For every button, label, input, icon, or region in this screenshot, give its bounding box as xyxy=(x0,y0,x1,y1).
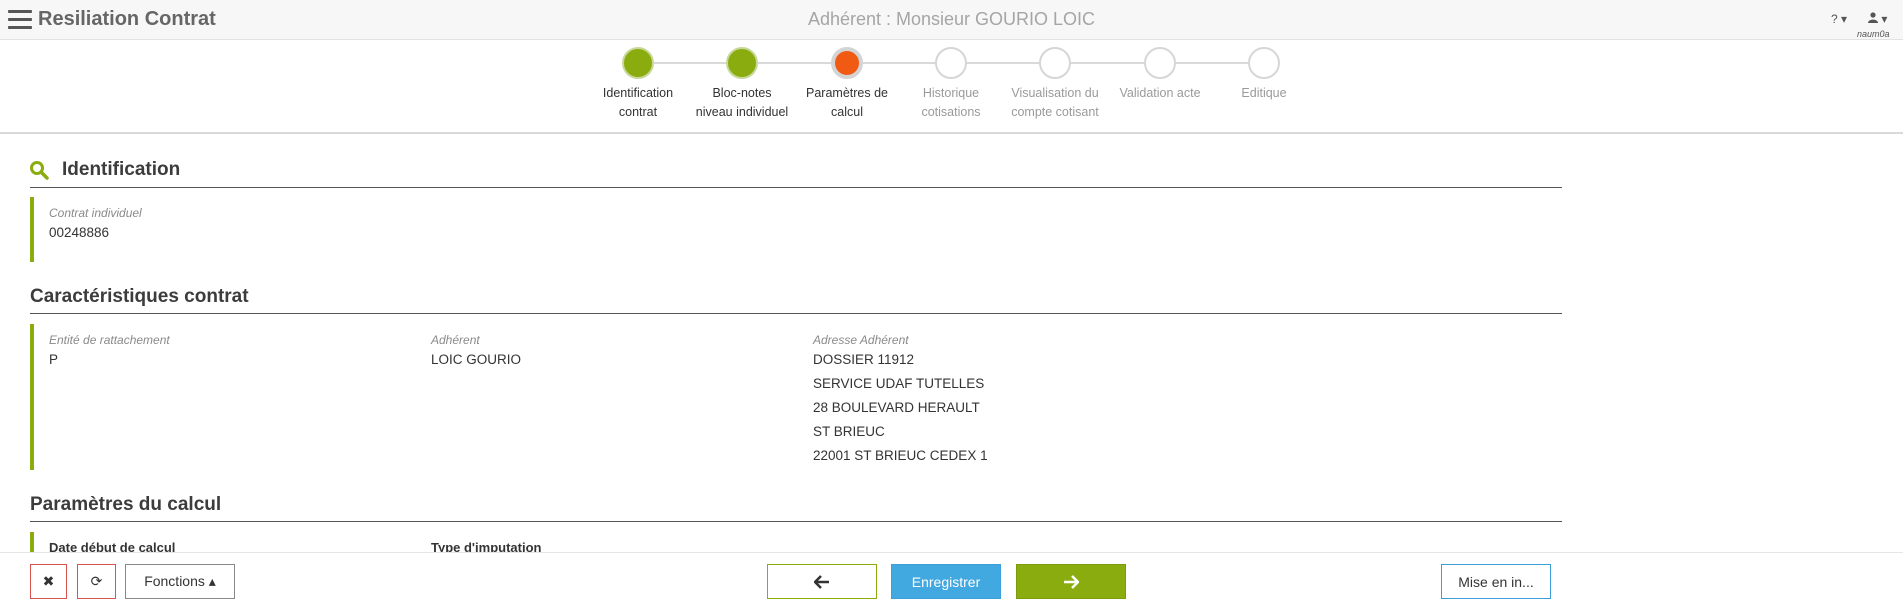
adresse-line-5: 22001 ST BRIEUC CEDEX 1 xyxy=(813,448,988,463)
section-accent-bar xyxy=(30,197,34,262)
step-label: Historique cotisations xyxy=(921,86,981,119)
section-divider xyxy=(30,187,1562,188)
previous-step-button[interactable] xyxy=(767,564,877,599)
contrat-individuel-value: 00248886 xyxy=(49,225,110,240)
step-label: Identification contrat xyxy=(602,86,674,119)
refresh-button[interactable]: ⟳ xyxy=(77,564,116,599)
user-icon xyxy=(1868,12,1878,23)
adresse-line-2: SERVICE UDAF TUTELLES xyxy=(813,376,985,391)
save-button[interactable]: Enregistrer xyxy=(891,564,1001,599)
username: naum0a xyxy=(1857,29,1890,39)
user-caret: ▾ xyxy=(1881,12,1888,26)
step-dot-done[interactable] xyxy=(726,47,758,79)
adresse-line-1: DOSSIER 11912 xyxy=(813,352,915,367)
footer-toolbar: ✖ ⟳ Fonctions ▴ Enregistrer Mise en in..… xyxy=(0,552,1903,602)
entite-rattachement-value: P xyxy=(49,352,59,367)
fonctions-dropdown-button[interactable]: Fonctions ▴ xyxy=(125,564,235,599)
step-label: Bloc-notes niveau individuel xyxy=(695,86,789,119)
top-bar: Resiliation Contrat Adhérent : Monsieur … xyxy=(0,0,1903,40)
step-editique[interactable]: Editique xyxy=(1209,40,1319,103)
workflow-stepper: Identification contrat Bloc-notes niveau… xyxy=(0,40,1903,134)
adherent-value: LOIC GOURIO xyxy=(431,352,522,367)
adresse-line-4: ST BRIEUC xyxy=(813,424,885,439)
entite-rattachement-label: Entité de rattachement xyxy=(49,333,170,347)
step-validation-acte[interactable]: Validation acte xyxy=(1105,40,1215,103)
help-menu-icon[interactable]: ? ▾ xyxy=(1831,12,1847,26)
section-accent-bar xyxy=(30,324,34,470)
step-dot-current[interactable] xyxy=(831,47,863,79)
step-parametres-calcul[interactable]: Paramètres de calcul xyxy=(792,40,902,122)
close-button[interactable]: ✖ xyxy=(30,564,67,599)
adresse-adherent-label: Adresse Adhérent xyxy=(813,333,909,347)
mise-en-instance-button[interactable]: Mise en in... xyxy=(1441,564,1551,599)
step-label: Validation acte xyxy=(1119,86,1201,100)
arrow-left-icon xyxy=(814,574,829,589)
user-menu-icon[interactable]: ▾ xyxy=(1868,12,1887,26)
section-divider xyxy=(30,521,1562,522)
step-bloc-notes[interactable]: Bloc-notes niveau individuel xyxy=(687,40,797,122)
arrow-right-icon xyxy=(1064,574,1079,589)
step-dot-todo[interactable] xyxy=(1248,47,1280,79)
step-dot-todo[interactable] xyxy=(1144,47,1176,79)
search-icon xyxy=(30,161,49,180)
step-label: Paramètres de calcul xyxy=(806,86,888,119)
step-visualisation-compte[interactable]: Visualisation du compte cotisant xyxy=(1000,40,1110,122)
section-title-identification: Identification xyxy=(62,159,181,180)
adherent-title: Adhérent : Monsieur GOURIO LOIC xyxy=(807,9,1096,29)
step-dot-todo[interactable] xyxy=(935,47,967,79)
section-title-caracteristiques: Caractéristiques contrat xyxy=(30,286,249,307)
step-dot-done[interactable] xyxy=(622,47,654,79)
step-label: Visualisation du compte cotisant xyxy=(1011,86,1099,119)
step-label: Editique xyxy=(1241,86,1287,100)
adherent-label: Adhérent xyxy=(431,333,480,347)
step-dot-todo[interactable] xyxy=(1039,47,1071,79)
section-divider xyxy=(30,313,1562,314)
section-accent-bar xyxy=(30,532,34,552)
contrat-individuel-label: Contrat individuel xyxy=(49,206,142,220)
step-historique-cotisations[interactable]: Historique cotisations xyxy=(896,40,1006,122)
step-identification-contrat[interactable]: Identification contrat xyxy=(583,40,693,122)
section-title-parametres: Paramètres du calcul xyxy=(30,494,222,515)
adresse-line-3: 28 BOULEVARD HERAULT xyxy=(813,400,980,415)
next-step-button[interactable] xyxy=(1016,564,1126,599)
